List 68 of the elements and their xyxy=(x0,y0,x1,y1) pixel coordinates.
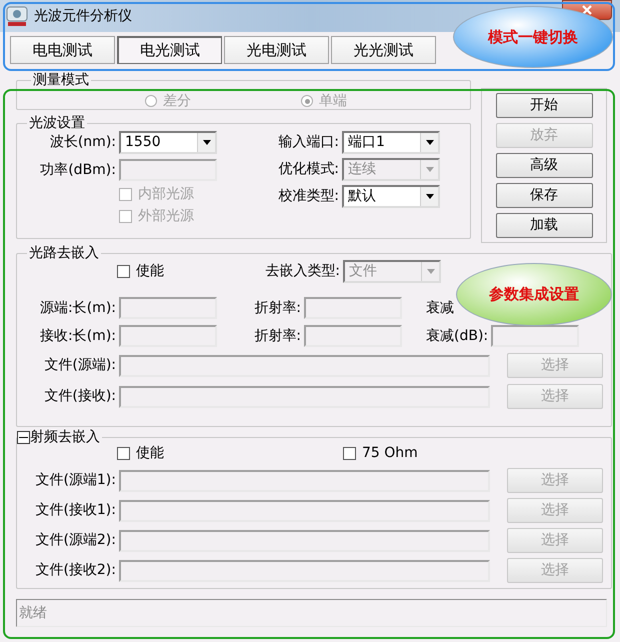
caret-icon xyxy=(426,140,434,145)
input-field[interactable] xyxy=(119,530,490,552)
dropdown-button[interactable] xyxy=(197,133,215,152)
checkbox-label: 外部光源 xyxy=(138,206,194,226)
field-label: 文件(接收1): xyxy=(34,501,116,520)
action-button[interactable]: 保存 xyxy=(496,183,592,208)
checkbox[interactable] xyxy=(117,446,130,460)
input-field[interactable] xyxy=(491,325,580,347)
action-button[interactable]: 高级 xyxy=(496,153,592,178)
field-label: 衰减 xyxy=(426,298,454,318)
input-field[interactable] xyxy=(304,297,402,319)
dropdown-button[interactable] xyxy=(420,133,438,152)
dropdown-field[interactable]: 端口1 xyxy=(342,131,440,154)
action-button[interactable]: 加载 xyxy=(496,213,592,238)
field-label: 接收:长(m): xyxy=(39,326,116,346)
field-label: 校准类型: xyxy=(277,187,339,206)
collapse-toggle[interactable] xyxy=(17,430,30,444)
mode-tab[interactable]: 光光测试 xyxy=(331,36,436,64)
checkbox[interactable] xyxy=(117,264,130,278)
input-field[interactable] xyxy=(119,500,490,522)
checkbox-label: 使能 xyxy=(136,262,164,280)
input-field[interactable] xyxy=(119,470,490,492)
window-title: 光波元件分析仪 xyxy=(34,6,132,26)
radio-label: 单端 xyxy=(319,92,347,110)
close-icon xyxy=(582,5,592,15)
dropdown-field[interactable]: 默认 xyxy=(342,185,440,208)
field-label: 优化模式: xyxy=(277,160,339,179)
mode-tab[interactable]: 光电测试 xyxy=(224,36,329,64)
checkbox-label: 使能 xyxy=(136,444,164,462)
field-label: 输入端口: xyxy=(277,133,339,152)
caret-icon xyxy=(426,167,434,172)
app-icon xyxy=(6,5,28,27)
field-label: 折射率: xyxy=(253,326,301,346)
field-label: 折射率: xyxy=(253,298,301,318)
dropdown-button[interactable] xyxy=(420,187,438,206)
checkbox-label: 内部光源 xyxy=(138,184,194,204)
field-label: 文件(源端): xyxy=(43,356,116,375)
group-title: 测量模式 xyxy=(33,72,89,88)
callout-bubble: 参数集成设置 xyxy=(456,263,612,326)
caret-icon xyxy=(426,194,434,199)
input-field[interactable] xyxy=(119,325,217,347)
input-field[interactable] xyxy=(119,297,217,319)
status-bar: 就绪 xyxy=(16,599,607,627)
field-label: 源端:长(m): xyxy=(39,298,116,318)
field-label: 衰减(dB): xyxy=(426,326,488,346)
checkbox[interactable] xyxy=(343,446,356,460)
input-field[interactable] xyxy=(304,325,402,347)
input-field[interactable] xyxy=(119,560,490,582)
input-field[interactable] xyxy=(119,386,490,408)
caret-icon xyxy=(202,140,210,145)
action-button[interactable]: 开始 xyxy=(496,93,592,118)
group-title: 光波设置 xyxy=(29,115,85,131)
field-label: 文件(源端2): xyxy=(34,531,116,550)
mode-tab[interactable]: 电光测试 xyxy=(117,36,222,64)
field-label: 去嵌入类型: xyxy=(264,262,340,280)
field-label: 文件(接收): xyxy=(43,387,116,406)
field-label: 文件(接收2): xyxy=(34,561,116,580)
group-title: 射频去嵌入 xyxy=(30,429,100,445)
field-label: 波长(nm): xyxy=(48,133,116,152)
caret-icon xyxy=(426,268,434,274)
radio-label: 差分 xyxy=(163,92,191,110)
group-title: 光路去嵌入 xyxy=(29,245,99,261)
checkbox-label: 75 Ohm xyxy=(362,444,418,462)
field-label: 功率(dBm): xyxy=(39,160,116,180)
mode-tab[interactable]: 电电测试 xyxy=(10,36,115,64)
input-field[interactable] xyxy=(119,354,490,376)
dropdown-field[interactable]: 1550 xyxy=(119,131,217,154)
field-label: 文件(源端1): xyxy=(34,471,116,490)
